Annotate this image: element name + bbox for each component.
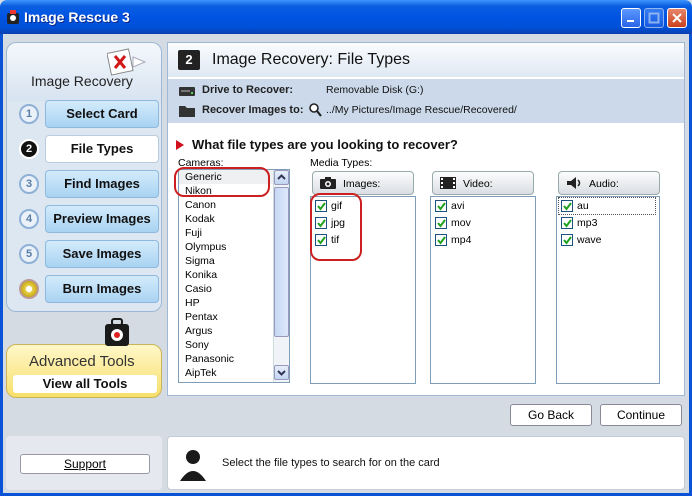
main-header: 2 Image Recovery: File Types	[168, 43, 684, 77]
browse-magnifier-icon[interactable]	[308, 102, 322, 118]
checkbox-checked-icon[interactable]	[561, 200, 573, 212]
scroll-up-button[interactable]	[274, 170, 289, 185]
file-type-label: mp4	[451, 234, 472, 246]
scroll-down-button[interactable]	[274, 365, 289, 380]
file-type-item[interactable]: mp4	[433, 232, 535, 248]
close-icon	[672, 13, 682, 23]
main-panel: 2 Image Recovery: File Types Drive to Re…	[167, 42, 685, 396]
advanced-tools-title: Advanced Tools	[29, 353, 135, 370]
advanced-tools-panel: Advanced Tools View all Tools	[6, 344, 162, 398]
checkbox-checked-icon[interactable]	[435, 234, 447, 246]
assistant-icon	[180, 450, 206, 481]
recover-to-label: Recover Images to:	[202, 104, 304, 116]
burn-images-button[interactable]: Burn Images	[45, 275, 159, 303]
checkbox-checked-icon[interactable]	[435, 217, 447, 229]
video-label: Video:	[463, 178, 493, 190]
file-type-label: mov	[451, 217, 471, 229]
status-panel: Select the file types to search for on t…	[167, 436, 685, 490]
preview-images-button[interactable]: Preview Images	[45, 205, 159, 233]
go-back-button[interactable]: Go Back	[510, 404, 592, 426]
step-number: 5	[19, 244, 39, 264]
cameras-scrollbar[interactable]	[273, 170, 289, 382]
chevron-down-icon	[277, 370, 286, 376]
chevron-up-icon	[277, 174, 286, 180]
title-bar[interactable]: Image Rescue 3	[0, 0, 692, 34]
nav-header: Image Recovery	[7, 43, 161, 101]
step-file-types[interactable]: 2 File Types	[13, 134, 159, 164]
file-type-item[interactable]: mov	[433, 215, 535, 231]
drive-value: Removable Disk (G:)	[326, 84, 424, 96]
speaker-icon	[567, 177, 581, 189]
file-type-item[interactable]: mp3	[559, 215, 659, 231]
app-icon	[7, 10, 19, 24]
window-title: Image Rescue 3	[24, 9, 130, 25]
cameras-list[interactable]: Generic Nikon Canon Kodak Fuji Olympus S…	[178, 169, 290, 383]
file-type-label: avi	[451, 200, 465, 212]
file-type-item[interactable]: avi	[433, 198, 535, 214]
video-type-list[interactable]: avi mov mp4	[430, 196, 536, 384]
audio-toggle-button[interactable]: Audio:	[558, 171, 660, 195]
find-images-button[interactable]: Find Images	[45, 170, 159, 198]
maximize-icon	[648, 12, 660, 24]
drive-icon	[179, 87, 195, 96]
checkbox-checked-icon[interactable]	[561, 234, 573, 246]
minimize-icon	[627, 20, 634, 22]
file-type-item[interactable]: au	[558, 197, 656, 215]
annotation-ring-images	[310, 193, 362, 261]
file-type-item[interactable]: wave	[559, 232, 659, 248]
audio-label: Audio:	[589, 178, 619, 190]
images-label: Images:	[343, 178, 381, 190]
images-toggle-button[interactable]: Images:	[312, 171, 414, 195]
step-preview-images[interactable]: 4 Preview Images	[13, 204, 159, 234]
drive-label: Drive to Recover:	[202, 84, 294, 96]
continue-button[interactable]: Continue	[600, 404, 682, 426]
file-types-button[interactable]: File Types	[45, 135, 159, 163]
arrow-right-icon	[176, 139, 184, 150]
file-type-label: wave	[577, 234, 602, 246]
file-type-label: au	[577, 200, 589, 212]
save-images-button[interactable]: Save Images	[45, 240, 159, 268]
step-save-images[interactable]: 5 Save Images	[13, 239, 159, 269]
checkbox-checked-icon[interactable]	[435, 200, 447, 212]
destination-row: Recover Images to: ../My Pictures/Image …	[178, 101, 678, 121]
step-find-images[interactable]: 3 Find Images	[13, 169, 159, 199]
nav-title: Image Recovery	[31, 73, 133, 89]
disc-icon	[19, 279, 39, 299]
film-icon	[440, 177, 456, 189]
video-toggle-button[interactable]: Video:	[432, 171, 534, 195]
scroll-thumb[interactable]	[274, 187, 289, 337]
page-title: Image Recovery: File Types	[212, 51, 411, 68]
step-number: 4	[19, 209, 39, 229]
status-message: Select the file types to search for on t…	[222, 457, 440, 469]
close-button[interactable]	[667, 8, 687, 28]
recovery-info: Drive to Recover: Removable Disk (G:) Re…	[168, 79, 684, 123]
step-burn-images[interactable]: Burn Images	[13, 274, 159, 304]
current-step-number: 2	[178, 50, 200, 70]
step-number: 1	[19, 104, 39, 124]
minimize-button[interactable]	[621, 8, 641, 28]
media-types-label: Media Types:	[310, 157, 373, 169]
checkbox-checked-icon[interactable]	[561, 217, 573, 229]
select-card-button[interactable]: Select Card	[45, 100, 159, 128]
file-types-question: What file types are you looking to recov…	[176, 137, 458, 152]
step-number: 2	[19, 139, 39, 159]
step-select-card[interactable]: 1 Select Card	[13, 99, 159, 129]
question-text: What file types are you looking to recov…	[192, 137, 458, 152]
view-all-tools-button[interactable]: View all Tools	[13, 375, 157, 393]
support-button[interactable]: Support	[20, 454, 150, 474]
toolbox-icon	[105, 318, 129, 346]
annotation-ring-generic	[174, 167, 270, 197]
drive-row: Drive to Recover: Removable Disk (G:)	[178, 81, 678, 101]
step-number: 3	[19, 174, 39, 194]
step-navigation: Image Recovery 1 Select Card 2 File Type…	[6, 42, 162, 312]
maximize-button[interactable]	[644, 8, 664, 28]
camera-icon	[320, 177, 336, 189]
recover-to-path: ../My Pictures/Image Rescue/Recovered/	[326, 104, 517, 116]
file-type-label: mp3	[577, 217, 598, 229]
audio-type-list[interactable]: au mp3 wave	[556, 196, 660, 384]
folder-icon	[179, 106, 195, 117]
